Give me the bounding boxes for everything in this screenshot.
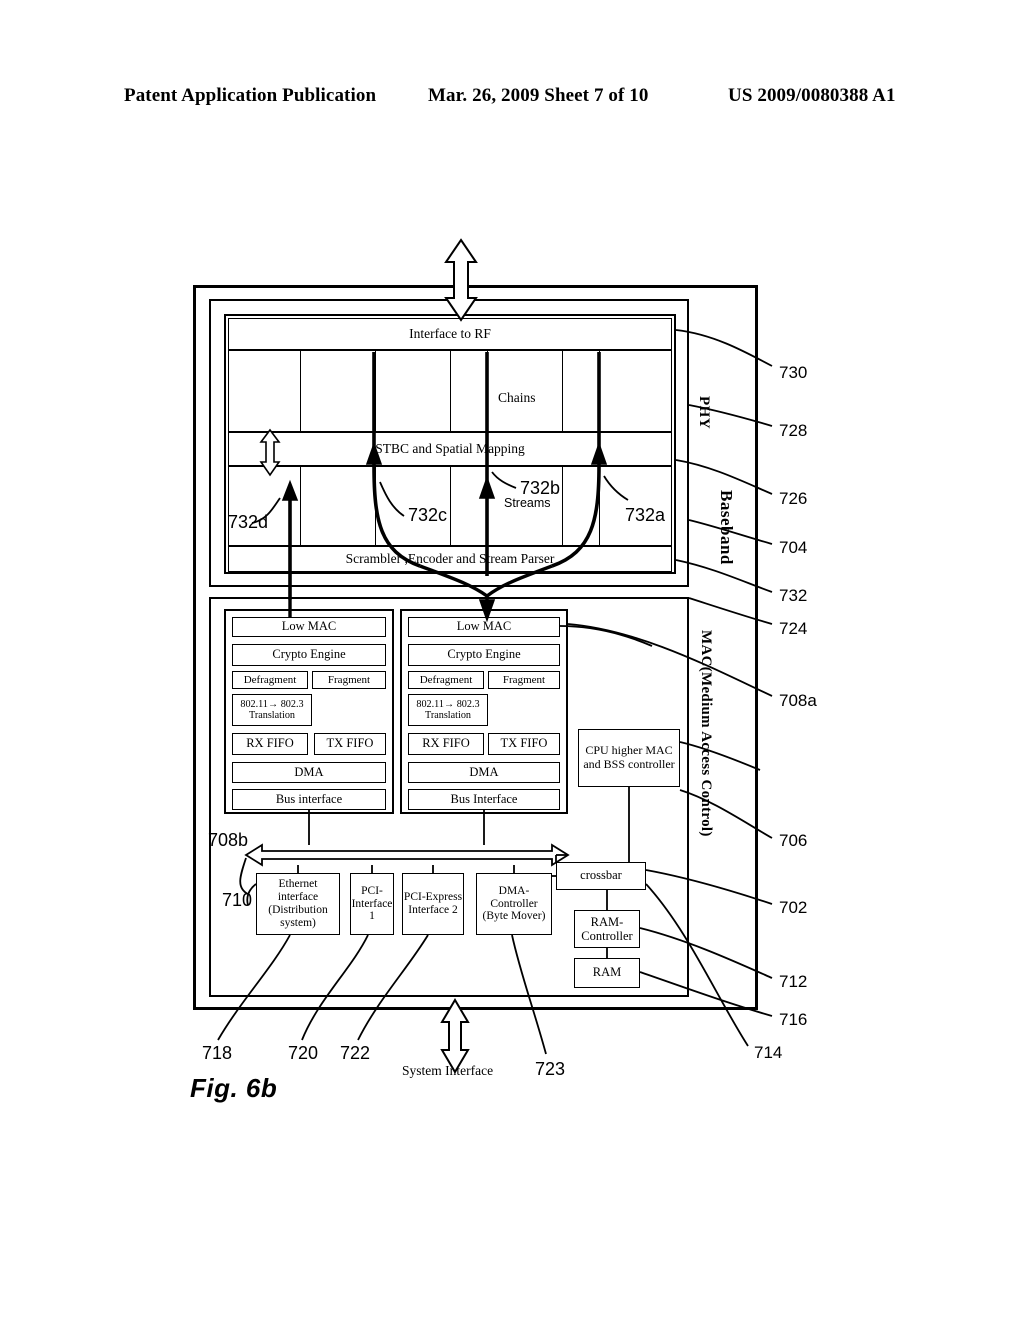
stbc-spatial-mapping-block: STBC and Spatial Mapping (228, 432, 672, 466)
right-low-mac-block: Low MAC (408, 617, 560, 637)
chains-divider-2 (375, 350, 376, 432)
ref-732a: 732a (625, 505, 666, 525)
right-dma-block: DMA (408, 762, 560, 783)
ref-708b: 708b (208, 830, 249, 850)
ref-720: 720 (288, 1043, 319, 1063)
ref-714: 714 (754, 1043, 783, 1062)
header-patent-number: US 2009/0080388 A1 (728, 85, 896, 106)
ref-730: 730 (779, 363, 808, 382)
streams-divider-5 (562, 466, 563, 546)
publication-header: Patent Application Publication Mar. 26, … (0, 85, 1024, 111)
crossbar-block: crossbar (556, 862, 646, 890)
streams-divider-4 (487, 466, 488, 546)
ref-732b: 732b (520, 478, 561, 498)
ref-726: 726 (779, 489, 808, 508)
baseband-section-label: Baseband (717, 490, 736, 565)
scrambler-encoder-stream-parser-block: Scrambler ,Encoder and Stream Parser (228, 546, 672, 572)
figure-label: Fig. 6b (190, 1073, 278, 1103)
ref-710: 710 (222, 890, 253, 910)
streams-divider-3 (450, 466, 451, 546)
right-tx-fifo-block: TX FIFO (488, 733, 560, 755)
pci-express-interface-2-block: PCI-Express Interface 2 (402, 873, 464, 935)
right-defragment-block: Defragment (408, 671, 484, 689)
mac-section-label: MAC(Medium Access Control) (698, 630, 714, 837)
ref-716: 716 (779, 1010, 808, 1029)
left-tx-fifo-block: TX FIFO (314, 733, 386, 755)
ref-708a: 708a (779, 691, 817, 710)
chains-divider-3 (450, 350, 451, 432)
streams-divider-6 (599, 466, 600, 546)
phy-section-label: PHY (696, 396, 712, 430)
ref-723: 723 (535, 1059, 566, 1079)
ref-702: 702 (779, 898, 808, 917)
ref-722: 722 (340, 1043, 371, 1063)
right-crypto-engine-block: Crypto Engine (408, 644, 560, 666)
dma-controller-byte-mover-block: DMA-Controller (Byte Mover) (476, 873, 552, 935)
ref-712: 712 (779, 972, 808, 991)
header-date-sheet: Mar. 26, 2009 Sheet 7 of 10 (428, 85, 649, 106)
patent-figure-page: Patent Application Publication Mar. 26, … (0, 0, 1024, 1320)
right-bus-interface-block: Bus Interface (408, 789, 560, 810)
chains-divider-1 (300, 350, 301, 432)
ref-732d: 732d (228, 512, 269, 532)
chains-divider-5 (562, 350, 563, 432)
streams-divider-2 (375, 466, 376, 546)
header-publication-type: Patent Application Publication (124, 85, 377, 106)
left-rx-fifo-block: RX FIFO (232, 733, 308, 755)
ref-718: 718 (202, 1043, 233, 1063)
pci-interface-1-block: PCI-Interface 1 (350, 873, 394, 935)
streams-divider-1 (300, 466, 301, 546)
right-rx-fifo-block: RX FIFO (408, 733, 484, 755)
right-translation-block: 802.11→ 802.3 Translation (408, 694, 488, 726)
system-interface-arrow (440, 998, 470, 1074)
ref-706: 706 (779, 831, 808, 850)
left-fragment-block: Fragment (312, 671, 386, 689)
ram-block: RAM (574, 958, 640, 988)
ref-728: 728 (779, 421, 808, 440)
ref-732: 732 (779, 586, 808, 605)
right-fragment-block: Fragment (488, 671, 560, 689)
ram-controller-block: RAM-Controller (574, 910, 640, 948)
ref-732c: 732c (408, 505, 448, 525)
left-crypto-engine-block: Crypto Engine (232, 644, 386, 666)
chains-label: Chains (498, 390, 536, 405)
system-interface-caption: System Interface (402, 1063, 494, 1078)
ref-704: 704 (779, 538, 808, 557)
left-bus-interface-block: Bus interface (232, 789, 386, 810)
left-dma-block: DMA (232, 762, 386, 783)
cpu-higher-mac-bss-controller-block: CPU higher MAC and BSS controller (578, 729, 680, 787)
chains-divider-4 (487, 350, 488, 432)
chains-divider-6 (599, 350, 600, 432)
ref-724: 724 (779, 619, 808, 638)
left-defragment-block: Defragment (232, 671, 308, 689)
interface-to-rf-block: Interface to RF (228, 318, 672, 350)
ethernet-interface-block: Ethernet interface (Distribution system) (256, 873, 340, 935)
left-translation-block: 802.11→ 802.3 Translation (232, 694, 312, 726)
left-low-mac-block: Low MAC (232, 617, 386, 637)
